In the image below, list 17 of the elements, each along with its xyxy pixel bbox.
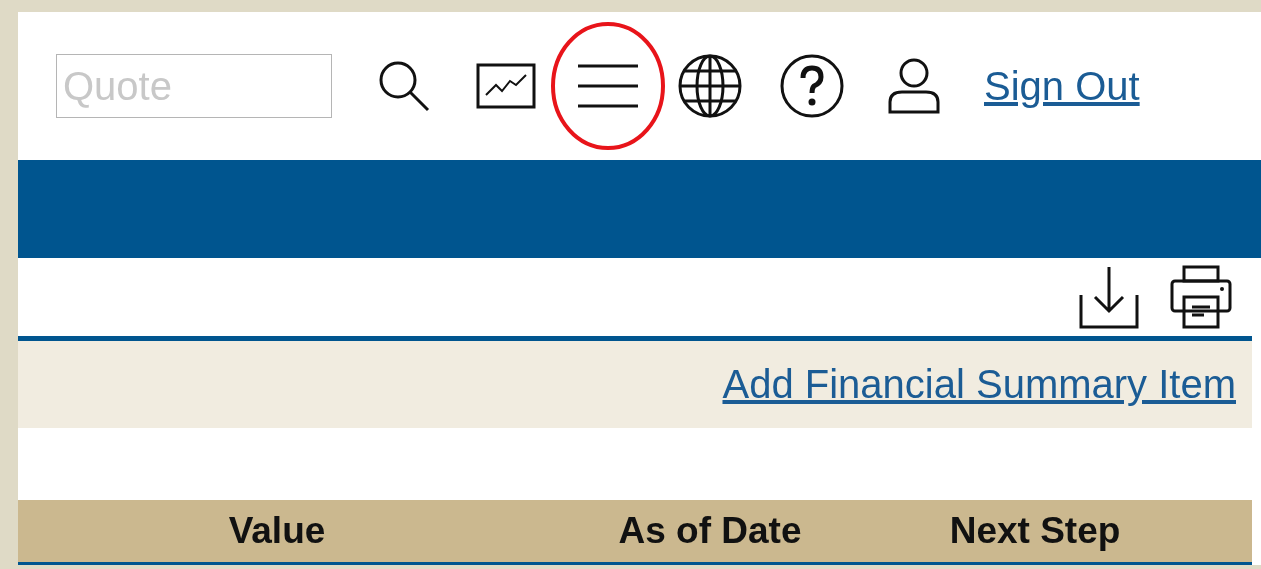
search-icon — [377, 59, 431, 113]
add-item-link[interactable]: Add Financial Summary Item — [722, 362, 1236, 407]
globe-button[interactable] — [678, 54, 742, 118]
help-button[interactable] — [780, 54, 844, 118]
help-icon — [780, 54, 844, 118]
printer-icon — [1170, 265, 1232, 329]
column-header: Value — [228, 510, 326, 552]
globe-icon — [678, 54, 742, 118]
user-icon — [888, 58, 940, 114]
sign-out-link[interactable]: Sign Out — [984, 63, 1140, 109]
download-icon — [1079, 265, 1139, 329]
chart-icon — [476, 63, 536, 109]
column-header: As of Date — [618, 510, 802, 552]
download-button[interactable] — [1077, 265, 1141, 329]
print-button[interactable] — [1169, 265, 1233, 329]
column-header: Next Step — [949, 510, 1121, 552]
menu-icon — [578, 63, 638, 109]
